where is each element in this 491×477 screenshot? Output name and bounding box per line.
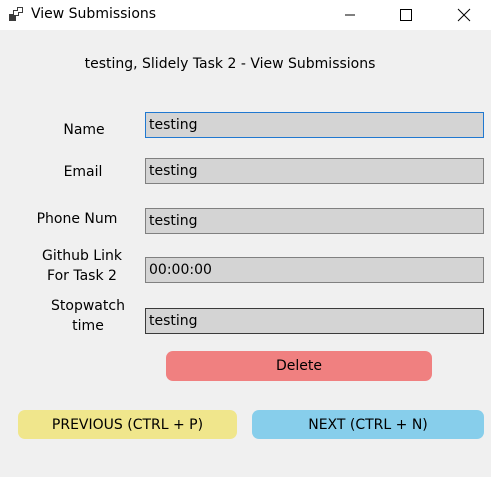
close-icon xyxy=(457,8,471,22)
minimize-button[interactable] xyxy=(327,0,373,30)
github-label: Github Link For Task 2 xyxy=(27,246,137,286)
phone-label: Phone Num xyxy=(36,211,118,227)
github-link-field[interactable] xyxy=(145,257,484,283)
title-bar: View Submissions xyxy=(0,0,491,30)
maximize-icon xyxy=(400,9,412,21)
email-label: Email xyxy=(63,164,103,180)
minimize-icon xyxy=(345,14,355,16)
stopwatch-label-line1: Stopwatch xyxy=(51,298,125,314)
previous-button[interactable]: PREVIOUS (CTRL + P) xyxy=(18,410,237,439)
page-heading: testing, Slidely Task 2 - View Submissio… xyxy=(84,56,376,72)
github-label-line2: For Task 2 xyxy=(47,268,117,284)
window-title: View Submissions xyxy=(31,6,157,22)
stopwatch-label: Stopwatch time xyxy=(33,296,143,336)
name-field[interactable] xyxy=(145,112,484,138)
maximize-button[interactable] xyxy=(383,0,429,30)
phone-field[interactable] xyxy=(145,208,484,234)
github-label-line1: Github Link xyxy=(42,248,122,264)
delete-button[interactable]: Delete xyxy=(166,351,432,381)
name-label: Name xyxy=(63,122,105,138)
app-icon xyxy=(9,7,23,21)
email-field[interactable] xyxy=(145,158,484,184)
stopwatch-label-line2: time xyxy=(72,318,104,334)
close-button[interactable] xyxy=(441,0,487,30)
next-button[interactable]: NEXT (CTRL + N) xyxy=(252,410,484,439)
stopwatch-time-field[interactable] xyxy=(145,308,484,334)
